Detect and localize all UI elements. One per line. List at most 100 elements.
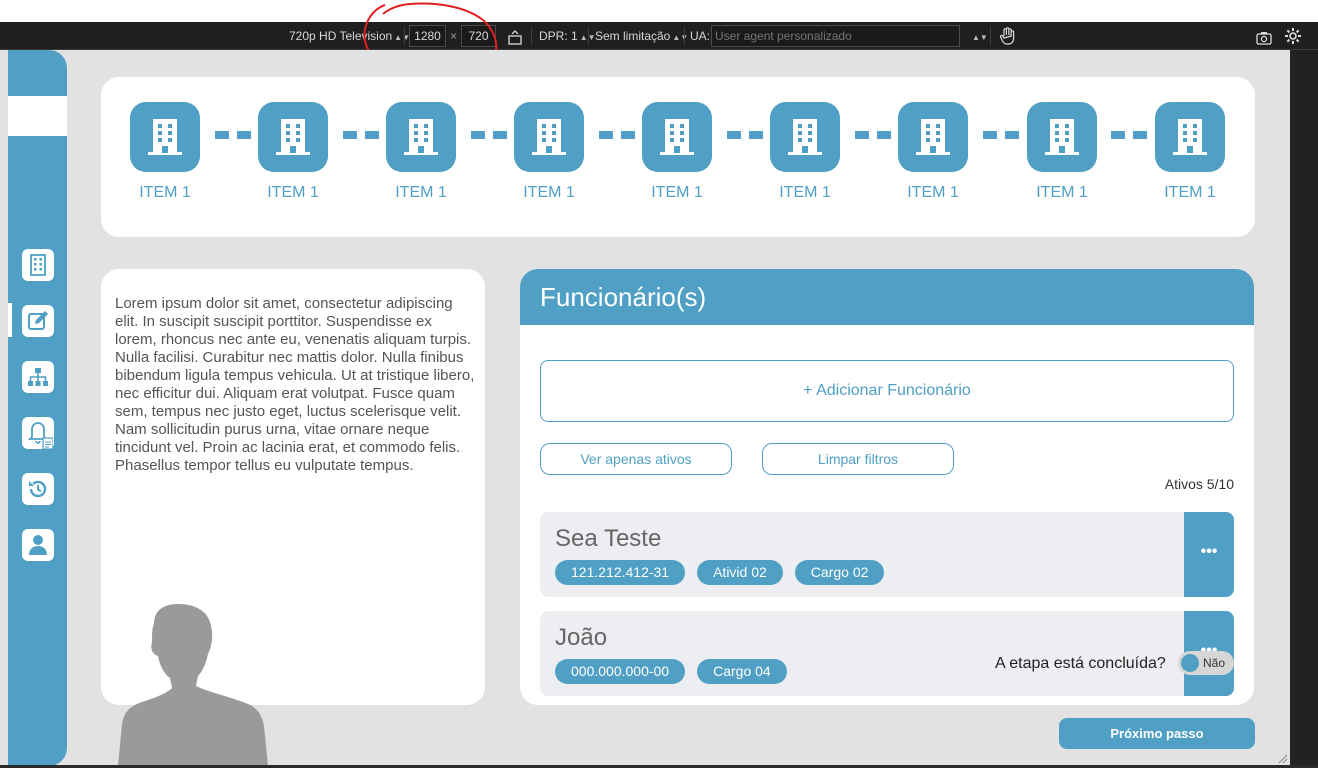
ua-select-arrows-icon[interactable]: ▲▼: [970, 22, 988, 50]
employee-tag: Ativid 02: [697, 560, 783, 585]
logo-placeholder: [8, 96, 67, 136]
building-icon: [532, 119, 566, 155]
step-item[interactable]: ITEM 1: [1155, 102, 1225, 202]
building-icon: [276, 119, 310, 155]
more-options-button[interactable]: •••: [1184, 512, 1234, 597]
employee-row[interactable]: João 000.000.000-00 Cargo 04 •••: [540, 611, 1234, 696]
sidebar-item-hierarchy[interactable]: [22, 361, 54, 393]
page-viewport: ITEM 1 ITEM 1 ITEM 1 ITEM 1 ITEM 1 ITEM …: [0, 50, 1290, 766]
building-icon: [30, 254, 46, 276]
toolbar-divider: [990, 27, 991, 45]
employee-tag: Cargo 02: [794, 560, 885, 585]
building-icon: [788, 119, 822, 155]
hierarchy-icon: [28, 368, 48, 386]
step-connector: [727, 131, 741, 139]
step-item[interactable]: ITEM 1: [130, 102, 200, 202]
info-text: Lorem ipsum dolor sit amet, consectetur …: [115, 295, 475, 474]
step-label: ITEM 1: [139, 184, 191, 201]
throttle-select[interactable]: Sem limitação ▲▼: [595, 22, 688, 50]
toolbar-divider: [684, 27, 685, 45]
dpr-label: DPR: 1: [539, 29, 578, 43]
step-item[interactable]: ITEM 1: [386, 102, 456, 202]
settings-gear-icon[interactable]: [1284, 27, 1302, 45]
touch-hand-icon[interactable]: [999, 27, 1015, 45]
employee-tag: Cargo 04: [697, 659, 787, 684]
step-icon-box: [1027, 102, 1097, 172]
filter-active-button[interactable]: Ver apenas ativos: [540, 443, 732, 475]
step-connector: [877, 131, 891, 139]
ua-label: UA:: [690, 29, 711, 43]
employee-tags: 000.000.000-00 Cargo 04: [555, 659, 787, 684]
step-item[interactable]: ITEM 1: [642, 102, 712, 202]
employee-name: Sea Teste: [555, 525, 662, 552]
building-icon: [916, 119, 950, 155]
sidebar-item-user[interactable]: [22, 529, 54, 561]
funcionarios-title: Funcionário(s): [520, 269, 1254, 325]
building-icon: [148, 119, 182, 155]
step-icon-box: [514, 102, 584, 172]
step-connector: [215, 131, 229, 139]
step-completed-toggle[interactable]: Não: [1178, 651, 1234, 675]
bell-document-icon: [27, 422, 53, 449]
step-icon-box: [386, 102, 456, 172]
step-connector: [471, 131, 485, 139]
throttle-label: Sem limitação: [595, 29, 671, 43]
sidebar-item-history[interactable]: [22, 473, 54, 505]
building-icon: [1045, 119, 1079, 155]
step-label: ITEM 1: [907, 184, 959, 201]
step-connector: [237, 131, 251, 139]
person-silhouette-illustration: [118, 604, 268, 766]
step-connector: [621, 131, 635, 139]
step-connector: [1133, 131, 1147, 139]
clear-filters-button[interactable]: Limpar filtros: [762, 443, 954, 475]
employee-tags: 121.212.412-31 Ativid 02 Cargo 02: [555, 560, 885, 585]
rotate-icon[interactable]: [507, 28, 523, 45]
scrollbar-area: [1290, 50, 1318, 766]
sidebar-item-edit[interactable]: [22, 305, 54, 337]
toggle-label: Não: [1203, 656, 1226, 670]
history-icon: [29, 480, 47, 498]
step-connector: [855, 131, 869, 139]
step-connector: [599, 131, 613, 139]
step-item[interactable]: ITEM 1: [258, 102, 328, 202]
step-item[interactable]: ITEM 1: [770, 102, 840, 202]
select-arrows-icon: ▲▼: [672, 33, 689, 42]
employee-row[interactable]: Sea Teste 121.212.412-31 Ativid 02 Cargo…: [540, 512, 1234, 597]
step-item[interactable]: ITEM 1: [514, 102, 584, 202]
device-toolbar: 720p HD Television▲▼ 1280 × 720 DPR: 1▲▼…: [0, 22, 1318, 50]
step-connector: [749, 131, 763, 139]
resize-handle-icon[interactable]: [1276, 752, 1288, 764]
employee-tag: 000.000.000-00: [555, 659, 686, 684]
step-connector: [1005, 131, 1019, 139]
active-count: Ativos 5/10: [1164, 476, 1234, 492]
add-funcionario-button[interactable]: + Adicionar Funcionário: [540, 360, 1234, 422]
step-icon-box: [130, 102, 200, 172]
employee-name: João: [555, 624, 608, 651]
step-label: ITEM 1: [395, 184, 447, 201]
building-icon: [404, 119, 438, 155]
step-item[interactable]: ITEM 1: [1027, 102, 1097, 202]
sidebar-item-notifications[interactable]: [22, 417, 54, 449]
step-connector: [343, 131, 357, 139]
step-label: ITEM 1: [651, 184, 703, 201]
step-connector: [493, 131, 507, 139]
toolbar-divider: [588, 27, 589, 45]
funcionarios-card: Funcionário(s) + Adicionar Funcionário V…: [520, 269, 1254, 705]
sidebar-item-building[interactable]: [22, 249, 54, 281]
edit-icon: [28, 311, 48, 330]
user-agent-input[interactable]: [711, 25, 960, 47]
toggle-knob: [1181, 654, 1199, 672]
screenshot-camera-icon[interactable]: [1256, 28, 1272, 45]
stepper-card: ITEM 1 ITEM 1 ITEM 1 ITEM 1 ITEM 1 ITEM …: [101, 77, 1255, 237]
sidebar: [8, 50, 67, 766]
step-label: ITEM 1: [1036, 184, 1088, 201]
step-label: ITEM 1: [1164, 184, 1216, 201]
step-completed-question: A etapa está concluída?: [995, 655, 1166, 672]
user-icon: [29, 535, 47, 555]
next-step-button[interactable]: Próximo passo: [1059, 718, 1255, 749]
employee-tag: 121.212.412-31: [555, 560, 686, 585]
step-item[interactable]: ITEM 1: [898, 102, 968, 202]
step-label: ITEM 1: [523, 184, 575, 201]
step-label: ITEM 1: [267, 184, 319, 201]
step-icon-box: [898, 102, 968, 172]
